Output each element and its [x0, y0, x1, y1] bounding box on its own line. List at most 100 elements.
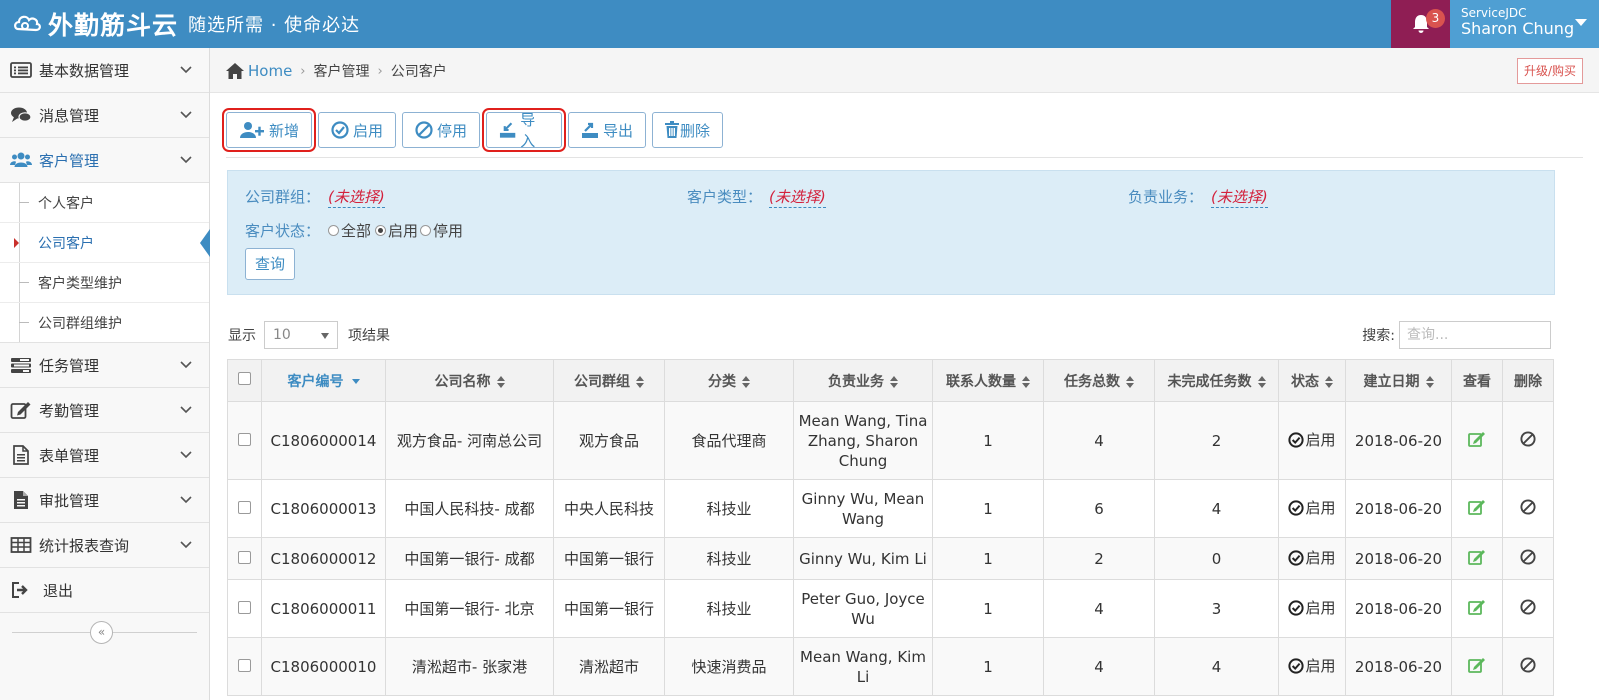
table-row[interactable]: C1806000014 观方食品- 河南总公司 观方食品 食品代理商 Mean Wang…	[227, 401, 1554, 480]
home-icon	[226, 63, 244, 79]
sidebar-item-customers[interactable]: 客户管理	[0, 138, 209, 183]
breadcrumb-current: 公司客户	[390, 64, 447, 80]
sidebar-subitem-company-groups[interactable]: 公司群组维护	[0, 303, 209, 342]
table-row[interactable]: C1806000012 中国第一银行- 成都 中国第一银行 科技业 Ginny Wu, …	[227, 537, 1554, 580]
status-on-label: 启用	[388, 222, 419, 240]
active-marker-icon	[14, 238, 19, 248]
customer-type-select[interactable]: (未选择)	[769, 186, 826, 208]
sidebar-item-logout[interactable]: 退出	[0, 568, 209, 613]
view-button[interactable]	[1468, 599, 1486, 619]
submenu-tick	[19, 202, 29, 203]
view-button[interactable]	[1468, 657, 1486, 677]
company-group-select[interactable]: (未选择)	[328, 186, 385, 208]
sidebar-item-basic-data[interactable]: 基本数据管理	[0, 48, 209, 93]
top-bar: 外勤筋斗云 随选所需 · 使命必达 3 ServiceJDC Sharon Ch…	[0, 0, 1599, 48]
sidebar-item-reports[interactable]: 统计报表查询	[0, 523, 209, 568]
submenu-tick	[19, 282, 29, 283]
ban-icon	[1520, 598, 1536, 615]
row-delete-button[interactable]	[1520, 598, 1536, 619]
logout-icon	[12, 582, 28, 598]
ban-icon	[1520, 498, 1536, 515]
cell-open-tasks: 2	[1154, 401, 1279, 480]
import-button[interactable]: 导入	[482, 108, 567, 152]
row-checkbox[interactable]	[238, 658, 251, 672]
column-header-status[interactable]: 状态	[1278, 359, 1346, 402]
owner-label: 负责业务：	[1128, 188, 1204, 206]
cell-status: 启用	[1278, 401, 1346, 480]
column-header-contacts[interactable]: 联系人数量	[932, 359, 1044, 402]
row-checkbox[interactable]	[238, 432, 251, 446]
row-select-cell	[227, 537, 262, 580]
view-button[interactable]	[1468, 431, 1486, 451]
column-header-open-tasks[interactable]: 未完成任务数	[1154, 359, 1279, 402]
chevron-down-icon	[180, 541, 192, 549]
column-header-name[interactable]: 公司名称	[385, 359, 554, 402]
table-row[interactable]: C1806000011 中国第一银行- 北京 中国第一银行 科技业 Peter Guo,…	[227, 579, 1554, 638]
cell-group: 中国第一银行	[553, 579, 665, 638]
user-name: Sharon Chung	[1461, 19, 1575, 38]
column-header-group[interactable]: 公司群组	[553, 359, 665, 402]
cell-name: 中国第一银行- 北京	[385, 579, 554, 638]
add-button[interactable]: 新增	[222, 108, 316, 152]
logo[interactable]: 外勤筋斗云 随选所需 · 使命必达	[12, 6, 360, 42]
logo-text: 外勤筋斗云	[48, 11, 179, 40]
enable-button[interactable]: 启用	[318, 112, 397, 148]
delete-button[interactable]: 删除	[652, 112, 724, 148]
cell-tasks: 4	[1043, 579, 1155, 638]
owner-select[interactable]: (未选择)	[1211, 186, 1268, 208]
status-on-radio[interactable]	[375, 225, 387, 236]
column-header-date[interactable]: 建立日期	[1345, 359, 1452, 402]
sidebar-subitem-customer-types[interactable]: 客户类型维护	[0, 263, 209, 303]
select-all-checkbox[interactable]	[238, 372, 251, 385]
check-circle-icon	[1288, 600, 1305, 616]
row-delete-button[interactable]	[1520, 656, 1536, 677]
breadcrumb-level1[interactable]: 客户管理	[314, 61, 370, 81]
edit-icon	[10, 402, 31, 419]
export-button[interactable]: 导出	[568, 112, 647, 148]
status-all-radio[interactable]	[328, 225, 339, 236]
sidebar-subitem-personal-customers[interactable]: 个人客户	[0, 183, 209, 223]
row-delete-button[interactable]	[1520, 498, 1536, 519]
sidebar-item-forms[interactable]: 表单管理	[0, 433, 209, 478]
cell-owner: Mean Wang, Kim Li	[793, 637, 933, 696]
cell-category: 科技业	[664, 537, 794, 580]
sidebar-item-tasks[interactable]: 任务管理	[0, 343, 209, 388]
page-size-select[interactable]: 10	[264, 321, 338, 349]
row-checkbox[interactable]	[238, 550, 251, 564]
view-button[interactable]	[1468, 549, 1486, 569]
column-header-category[interactable]: 分类	[664, 359, 794, 402]
cell-name: 观方食品- 河南总公司	[385, 401, 554, 480]
column-header-tasks[interactable]: 任务总数	[1043, 359, 1155, 402]
status-off-radio[interactable]	[420, 225, 432, 236]
sidebar-item-approvals[interactable]: 审批管理	[0, 478, 209, 523]
upgrade-button[interactable]: 升级/购买	[1516, 58, 1583, 84]
row-delete-button[interactable]	[1520, 430, 1536, 451]
view-cell	[1451, 401, 1503, 480]
cell-group: 中国第一银行	[553, 537, 665, 580]
sidebar-item-attendance[interactable]: 考勤管理	[0, 388, 209, 433]
column-header-owner[interactable]: 负责业务	[793, 359, 933, 402]
search-input[interactable]	[1399, 321, 1551, 349]
view-button[interactable]	[1468, 499, 1486, 519]
cell-date: 2018-06-20	[1345, 479, 1452, 538]
main-content: Home › 客户管理 › 公司客户 升级/购买 新增 启用 停用 导入 导出 …	[210, 48, 1599, 700]
table-row[interactable]: C1806000013 中国人民科技- 成都 中央人民科技 科技业 Ginny Wu, …	[227, 479, 1554, 538]
table-row[interactable]: C1806000010 清淞超市- 张家港 清淞超市 快速消费品 Mean Wang, …	[227, 637, 1554, 696]
cell-name: 清淞超市- 张家港	[385, 637, 554, 696]
query-button[interactable]: 查询	[245, 248, 295, 280]
row-checkbox[interactable]	[238, 600, 251, 614]
row-delete-button[interactable]	[1520, 548, 1536, 569]
sidebar-item-label: 退出	[43, 582, 74, 600]
column-header-id[interactable]: 客户编号	[261, 359, 386, 402]
disable-button[interactable]: 停用	[402, 112, 481, 148]
collapse-sidebar-button[interactable]: «	[90, 621, 113, 644]
table-icon	[10, 537, 32, 553]
user-menu[interactable]: ServiceJDC Sharon Chung	[1450, 0, 1599, 48]
notification-button[interactable]: 3	[1391, 0, 1450, 48]
chevron-down-icon	[180, 156, 192, 164]
breadcrumb-home-link[interactable]: Home › 客户管理 › 公司客户	[225, 61, 447, 81]
cell-group: 清淞超市	[553, 637, 665, 696]
sidebar-item-messages[interactable]: 消息管理	[0, 93, 209, 138]
row-checkbox[interactable]	[238, 500, 251, 514]
sidebar-subitem-company-customers[interactable]: 公司客户	[0, 223, 210, 263]
